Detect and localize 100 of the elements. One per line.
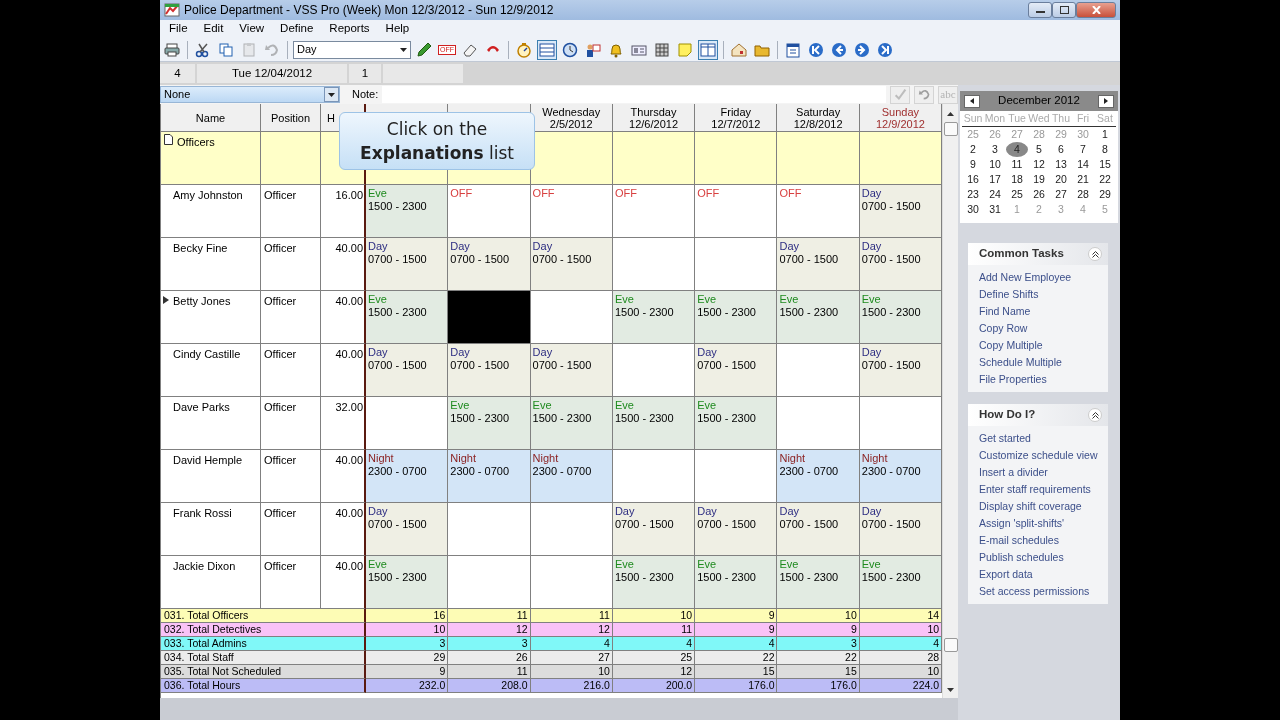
calendar-day[interactable]: 21 [1072,172,1094,187]
schedule-cell[interactable]: Eve 1500 - 2300 [695,556,778,609]
schedule-cell[interactable]: Eve 1500 - 2300 [695,397,778,450]
calendar-day[interactable]: 8 [1094,142,1116,157]
task-link[interactable]: Add New Employee [979,269,1108,286]
columns-button[interactable] [698,39,718,60]
calendar-day[interactable]: 15 [1094,157,1116,172]
close-button[interactable] [1076,2,1116,18]
schedule-cell[interactable]: Day 0700 - 1500 [448,344,531,397]
schedule-cell[interactable]: Night 2300 - 0700 [448,450,531,503]
schedule-cell[interactable]: Day 0700 - 1500 [859,344,943,397]
menu-item[interactable]: Help [378,20,417,38]
schedule-cell[interactable]: Day 0700 - 1500 [777,238,860,291]
schedule-cell[interactable]: Night 2300 - 0700 [777,450,860,503]
schedule-cell[interactable]: Day 0700 - 1500 [859,503,943,556]
column-header[interactable]: Thursday 12/6/2012 [612,104,696,132]
schedule-cell[interactable]: Day 0700 - 1500 [695,344,778,397]
calendar-day[interactable]: 4 [1006,142,1028,157]
task-link[interactable]: File Properties [979,371,1108,388]
calendar-day[interactable]: 27 [1050,187,1072,202]
calendar-day[interactable]: 29 [1094,187,1116,202]
schedule-cell[interactable]: Eve 1500 - 2300 [530,397,613,450]
task-link[interactable]: Copy Row [979,320,1108,337]
calendar-day[interactable]: 24 [984,187,1006,202]
schedule-cell[interactable] [777,344,860,397]
schedule-cell[interactable]: Eve 1500 - 2300 [366,291,449,344]
schedule-cell[interactable]: Day 0700 - 1500 [448,238,531,291]
calendar-day[interactable]: 19 [1028,172,1050,187]
schedule-cell[interactable]: Eve 1500 - 2300 [777,556,860,609]
calendar-day[interactable]: 23 [962,187,984,202]
schedule-cell[interactable]: Eve 1500 - 2300 [366,185,449,238]
view-dropdown[interactable]: Day [293,40,411,59]
task-link[interactable]: Set access permissions [979,583,1108,600]
minimize-button[interactable] [1028,2,1052,18]
column-header[interactable]: Wednesday 2/5/2012 [530,104,613,132]
schedule-cell[interactable]: Day 0700 - 1500 [695,503,778,556]
task-link[interactable]: Insert a divider [979,464,1108,481]
calendar-day[interactable]: 25 [1006,187,1028,202]
schedule-cell[interactable]: Day 0700 - 1500 [366,344,449,397]
calendar-day[interactable]: 7 [1072,142,1094,157]
calendar-day[interactable]: 20 [1050,172,1072,187]
schedule-cell[interactable]: Day 0700 - 1500 [859,185,943,238]
column-header[interactable]: Saturday 12/8/2012 [777,104,860,132]
scroll-thumb[interactable] [943,122,958,136]
schedule-cell[interactable]: Eve 1500 - 2300 [366,556,449,609]
menu-item[interactable]: View [232,20,272,38]
schedule-cell[interactable]: OFF [612,185,696,238]
schedule-cell[interactable]: Eve 1500 - 2300 [448,397,531,450]
schedule-cell[interactable] [448,503,531,556]
previous-month-button[interactable] [964,94,980,108]
column-header[interactable]: Sunday 12/9/2012 [859,104,943,132]
scroll-thumb[interactable] [943,638,958,652]
explanation-dropdown[interactable]: None [160,86,340,103]
schedule-cell[interactable]: Night 2300 - 0700 [859,450,943,503]
menu-item[interactable]: Define [273,20,321,38]
task-link[interactable]: Define Shifts [979,286,1108,303]
task-link[interactable]: Get started [979,430,1108,447]
calendar-day[interactable]: 26 [1028,187,1050,202]
maximize-button[interactable] [1052,2,1076,18]
schedule-cell[interactable]: Eve 1500 - 2300 [612,291,696,344]
schedule-cell[interactable]: Eve 1500 - 2300 [612,556,696,609]
schedule-cell[interactable]: Day 0700 - 1500 [366,503,449,556]
task-link[interactable]: Publish schedules [979,549,1108,566]
calendar-day[interactable]: 13 [1050,157,1072,172]
schedule-cell[interactable]: Eve 1500 - 2300 [612,397,696,450]
calendar-day[interactable]: 9 [962,157,984,172]
calendar-day[interactable]: 3 [984,142,1006,157]
task-link[interactable]: Customize schedule view [979,447,1108,464]
calendar-day[interactable]: 1 [1094,127,1116,142]
task-link[interactable]: Find Name [979,303,1108,320]
schedule-cell[interactable]: Day 0700 - 1500 [530,238,613,291]
task-link[interactable]: Assign 'split-shifts' [979,515,1108,532]
calendar-day[interactable]: 10 [984,157,1006,172]
rows-button[interactable] [537,39,557,60]
task-link[interactable]: Export data [979,566,1108,583]
calendar-day[interactable]: 31 [984,202,1006,217]
menu-item[interactable]: Reports [322,20,377,38]
collapse-button[interactable] [1088,408,1102,422]
menu-item[interactable]: Edit [196,20,231,38]
task-link[interactable]: E-mail schedules [979,532,1108,549]
schedule-cell[interactable]: Eve 1500 - 2300 [777,291,860,344]
task-link[interactable]: Enter staff requirements [979,481,1108,498]
calendar-day[interactable]: 5 [1028,142,1050,157]
task-link[interactable]: Copy Multiple [979,337,1108,354]
next-month-button[interactable] [1098,94,1114,108]
column-header[interactable]: Friday 12/7/2012 [695,104,778,132]
task-link[interactable]: Schedule Multiple [979,354,1108,371]
calendar-day[interactable]: 18 [1006,172,1028,187]
note-field[interactable] [382,86,886,103]
schedule-cell[interactable]: Eve 1500 - 2300 [695,291,778,344]
schedule-cell[interactable]: Day 0700 - 1500 [366,238,449,291]
collapse-button[interactable] [1088,247,1102,261]
schedule-cell[interactable] [530,503,613,556]
calendar-day[interactable]: 12 [1028,157,1050,172]
schedule-cell[interactable]: OFF [695,185,778,238]
task-link[interactable]: Display shift coverage [979,498,1108,515]
schedule-cell[interactable]: Eve 1500 - 2300 [859,291,943,344]
schedule-cell[interactable]: Day 0700 - 1500 [530,344,613,397]
calendar-day[interactable]: 2 [962,142,984,157]
calendar-day[interactable]: 14 [1072,157,1094,172]
